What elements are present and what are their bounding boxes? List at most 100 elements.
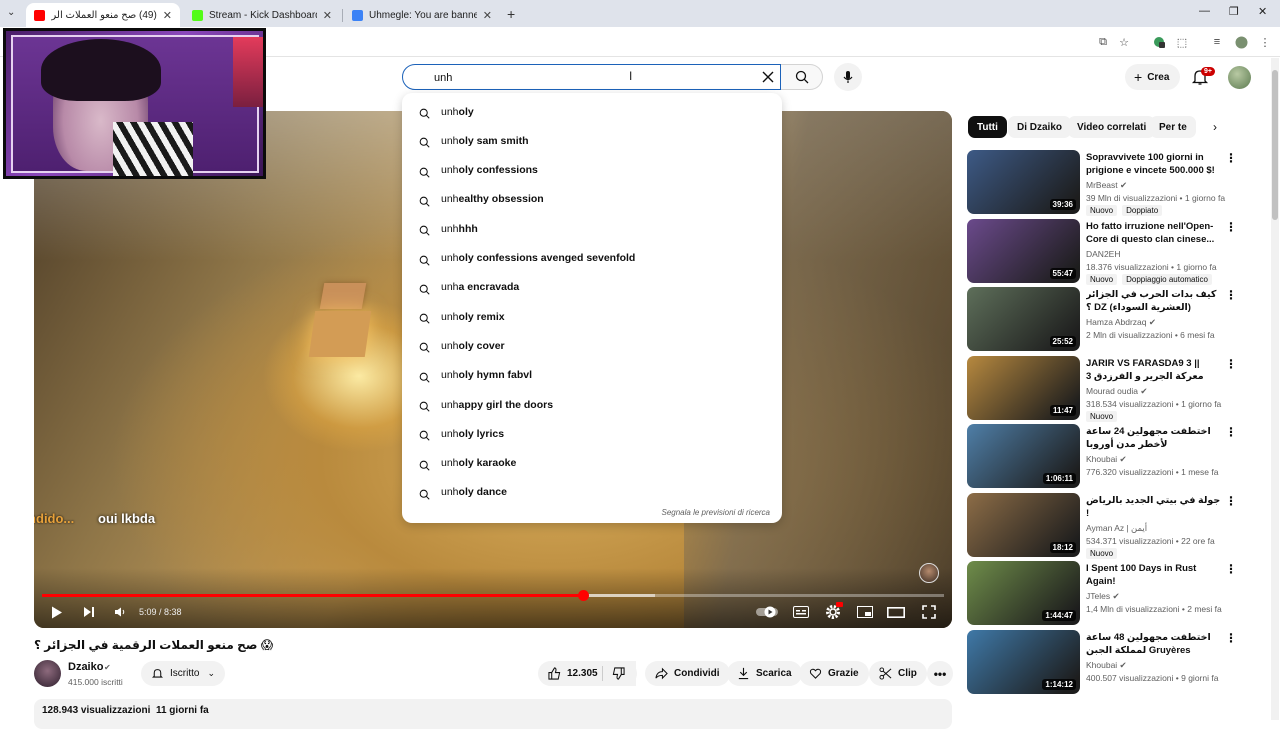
- tab-search-button[interactable]: ⌄: [7, 7, 15, 18]
- video-thumbnail[interactable]: 18:12: [967, 492, 1080, 557]
- video-thumbnail[interactable]: 1:14:12: [967, 629, 1080, 694]
- video-thumbnail[interactable]: 1:06:11: [967, 424, 1080, 488]
- report-predictions-link[interactable]: Segnala le previsioni di ricerca: [662, 508, 771, 517]
- video-thumbnail[interactable]: 25:52: [967, 287, 1080, 351]
- close-window-button[interactable]: ✕: [1258, 5, 1267, 18]
- volume-button[interactable]: [111, 601, 129, 623]
- chip-for-you[interactable]: Per te: [1150, 116, 1196, 138]
- maximize-button[interactable]: ❐: [1229, 5, 1239, 18]
- chip-related[interactable]: Video correlati: [1068, 116, 1156, 138]
- suggestion-item[interactable]: unhhhh: [402, 214, 782, 243]
- video-title[interactable]: جولة في بيتي الجديد بالرياض !: [1086, 494, 1221, 520]
- suggestion-item[interactable]: unholy hymn fabvl: [402, 361, 782, 390]
- recommended-video[interactable]: 1:14:12 اختطفت مجهولين 48 ساعة لمملكة الج…: [967, 629, 1247, 694]
- recommended-video[interactable]: 55:47 Ho fatto irruzione nell'Open-Core d…: [967, 218, 1247, 285]
- more-vertical-icon[interactable]: ⋮: [1225, 425, 1237, 439]
- recommended-video[interactable]: 39:36 Sopravvivete 100 giorni in prigione…: [967, 150, 1247, 216]
- suggestion-item[interactable]: unholy remix: [402, 302, 782, 331]
- autoplay-toggle[interactable]: [756, 601, 780, 623]
- more-vertical-icon[interactable]: ⋮: [1225, 357, 1237, 371]
- suggestion-item[interactable]: unholy dance: [402, 478, 782, 507]
- channel-name[interactable]: Dzaiko: [68, 661, 103, 673]
- chevron-right-icon[interactable]: ›: [1213, 120, 1217, 134]
- profile-icon[interactable]: [1234, 35, 1248, 49]
- thanks-button[interactable]: Grazie: [799, 661, 869, 686]
- more-vertical-icon[interactable]: ⋮: [1225, 288, 1237, 302]
- video-channel[interactable]: Ayman Az | أيمن: [1086, 523, 1147, 534]
- extension-badge-icon[interactable]: [1152, 35, 1166, 49]
- play-button[interactable]: [48, 601, 66, 623]
- install-app-icon[interactable]: ⧉: [1096, 35, 1110, 49]
- video-title[interactable]: JARIR VS FARASDA9 3 || معركة الجرير و ال…: [1086, 357, 1221, 383]
- recommended-video[interactable]: 11:47 JARIR VS FARASDA9 3 || معركة الجرير…: [967, 355, 1247, 422]
- fullscreen-button[interactable]: [919, 601, 939, 623]
- close-icon[interactable]: ✕: [483, 9, 492, 22]
- recommended-video[interactable]: 1:44:47 I Spent 100 Days in Rust Again! JT…: [967, 561, 1247, 625]
- video-channel[interactable]: Khoubai ✔: [1086, 660, 1127, 671]
- account-avatar[interactable]: [1228, 66, 1251, 89]
- media-controls-icon[interactable]: ≡: [1210, 35, 1224, 49]
- suggestion-item[interactable]: unhappy girl the doors: [402, 390, 782, 419]
- tab-youtube[interactable]: (49) صح منعو العملات الرقمية ف... ✕: [26, 3, 180, 27]
- channel-watermark[interactable]: [919, 563, 939, 583]
- voice-search-button[interactable]: [834, 63, 862, 91]
- close-icon[interactable]: ✕: [323, 9, 332, 22]
- create-button[interactable]: + Crea: [1125, 64, 1181, 90]
- video-thumbnail[interactable]: 55:47: [967, 218, 1080, 283]
- video-channel[interactable]: MrBeast ✔: [1086, 180, 1127, 191]
- video-title[interactable]: Ho fatto irruzione nell'Open-Core di que…: [1086, 220, 1221, 246]
- search-button[interactable]: [781, 64, 823, 90]
- channel-avatar[interactable]: [34, 660, 61, 687]
- suggestion-item[interactable]: unholy lyrics: [402, 419, 782, 448]
- miniplayer-button[interactable]: [855, 601, 875, 623]
- video-title[interactable]: كيف بدات الحرب في الجزائر ؟ DZ (العشرية …: [1086, 288, 1221, 314]
- dislike-button[interactable]: [603, 661, 637, 686]
- bookmark-star-icon[interactable]: ☆: [1117, 35, 1131, 49]
- suggestion-item[interactable]: unholy: [402, 97, 782, 126]
- subtitles-button[interactable]: [791, 601, 811, 623]
- video-thumbnail[interactable]: 11:47: [967, 355, 1080, 420]
- video-title[interactable]: Sopravvivete 100 giorni in prigione e vi…: [1086, 151, 1221, 177]
- suggestion-item[interactable]: unholy karaoke: [402, 449, 782, 478]
- subscribed-button[interactable]: Iscritto ⌄: [141, 661, 225, 686]
- more-actions-button[interactable]: •••: [927, 661, 953, 686]
- recommended-video[interactable]: 1:06:11 اختطفت مجهولين 24 ساعة لأخطر مدن …: [967, 424, 1247, 488]
- browser-menu-icon[interactable]: ⋮: [1258, 35, 1272, 49]
- theater-mode-button[interactable]: [886, 601, 906, 623]
- video-channel[interactable]: Hamza Abdrzaq ✔: [1086, 317, 1156, 328]
- more-vertical-icon[interactable]: ⋮: [1225, 494, 1237, 508]
- video-thumbnail[interactable]: 1:44:47: [967, 561, 1080, 625]
- suggestion-item[interactable]: unhealthy obsession: [402, 185, 782, 214]
- close-icon[interactable]: ✕: [163, 9, 172, 22]
- recommended-video[interactable]: 18:12 جولة في بيتي الجديد بالرياض ! Ayman …: [967, 492, 1247, 559]
- new-tab-button[interactable]: +: [507, 6, 515, 22]
- next-button[interactable]: [80, 601, 98, 623]
- settings-button[interactable]: [823, 601, 843, 623]
- video-thumbnail[interactable]: 39:36: [967, 150, 1080, 214]
- clip-button[interactable]: Clip: [869, 661, 927, 686]
- more-vertical-icon[interactable]: ⋮: [1225, 220, 1237, 234]
- download-button[interactable]: Scarica: [727, 661, 802, 686]
- suggestion-item[interactable]: unholy confessions avenged sevenfold: [402, 244, 782, 273]
- video-title[interactable]: اختطفت مجهولين 24 ساعة لأخطر مدن أوروبا: [1086, 425, 1221, 451]
- search-input[interactable]: [434, 69, 744, 86]
- recommended-video[interactable]: 25:52 كيف بدات الحرب في الجزائر ؟ DZ (الع…: [967, 287, 1247, 351]
- page-scrollbar-thumb[interactable]: [1272, 70, 1278, 220]
- tab-kick[interactable]: Stream - Kick Dashboard ✕: [184, 3, 340, 27]
- video-channel[interactable]: JTeles ✔: [1086, 591, 1120, 602]
- suggestion-item[interactable]: unholy sam smith: [402, 126, 782, 155]
- more-vertical-icon[interactable]: ⋮: [1225, 562, 1237, 576]
- video-channel[interactable]: Mourad oudia ✔: [1086, 386, 1147, 397]
- progress-bar[interactable]: [42, 590, 944, 601]
- video-title[interactable]: I Spent 100 Days in Rust Again!: [1086, 562, 1221, 588]
- video-title[interactable]: اختطفت مجهولين 48 ساعة لمملكة الجبن Gruy…: [1086, 631, 1221, 658]
- chip-all[interactable]: Tutti: [968, 116, 1007, 138]
- video-channel[interactable]: Khoubai ✔: [1086, 454, 1127, 465]
- tab-uhmegle[interactable]: Uhmegle: You are banned ✕: [344, 3, 500, 27]
- share-button[interactable]: Condividi: [645, 661, 730, 686]
- clear-search-icon[interactable]: [760, 69, 776, 85]
- extensions-puzzle-icon[interactable]: ⬚: [1175, 35, 1189, 49]
- more-vertical-icon[interactable]: ⋮: [1225, 151, 1237, 165]
- suggestion-item[interactable]: unholy cover: [402, 331, 782, 360]
- suggestion-item[interactable]: unha encravada: [402, 273, 782, 302]
